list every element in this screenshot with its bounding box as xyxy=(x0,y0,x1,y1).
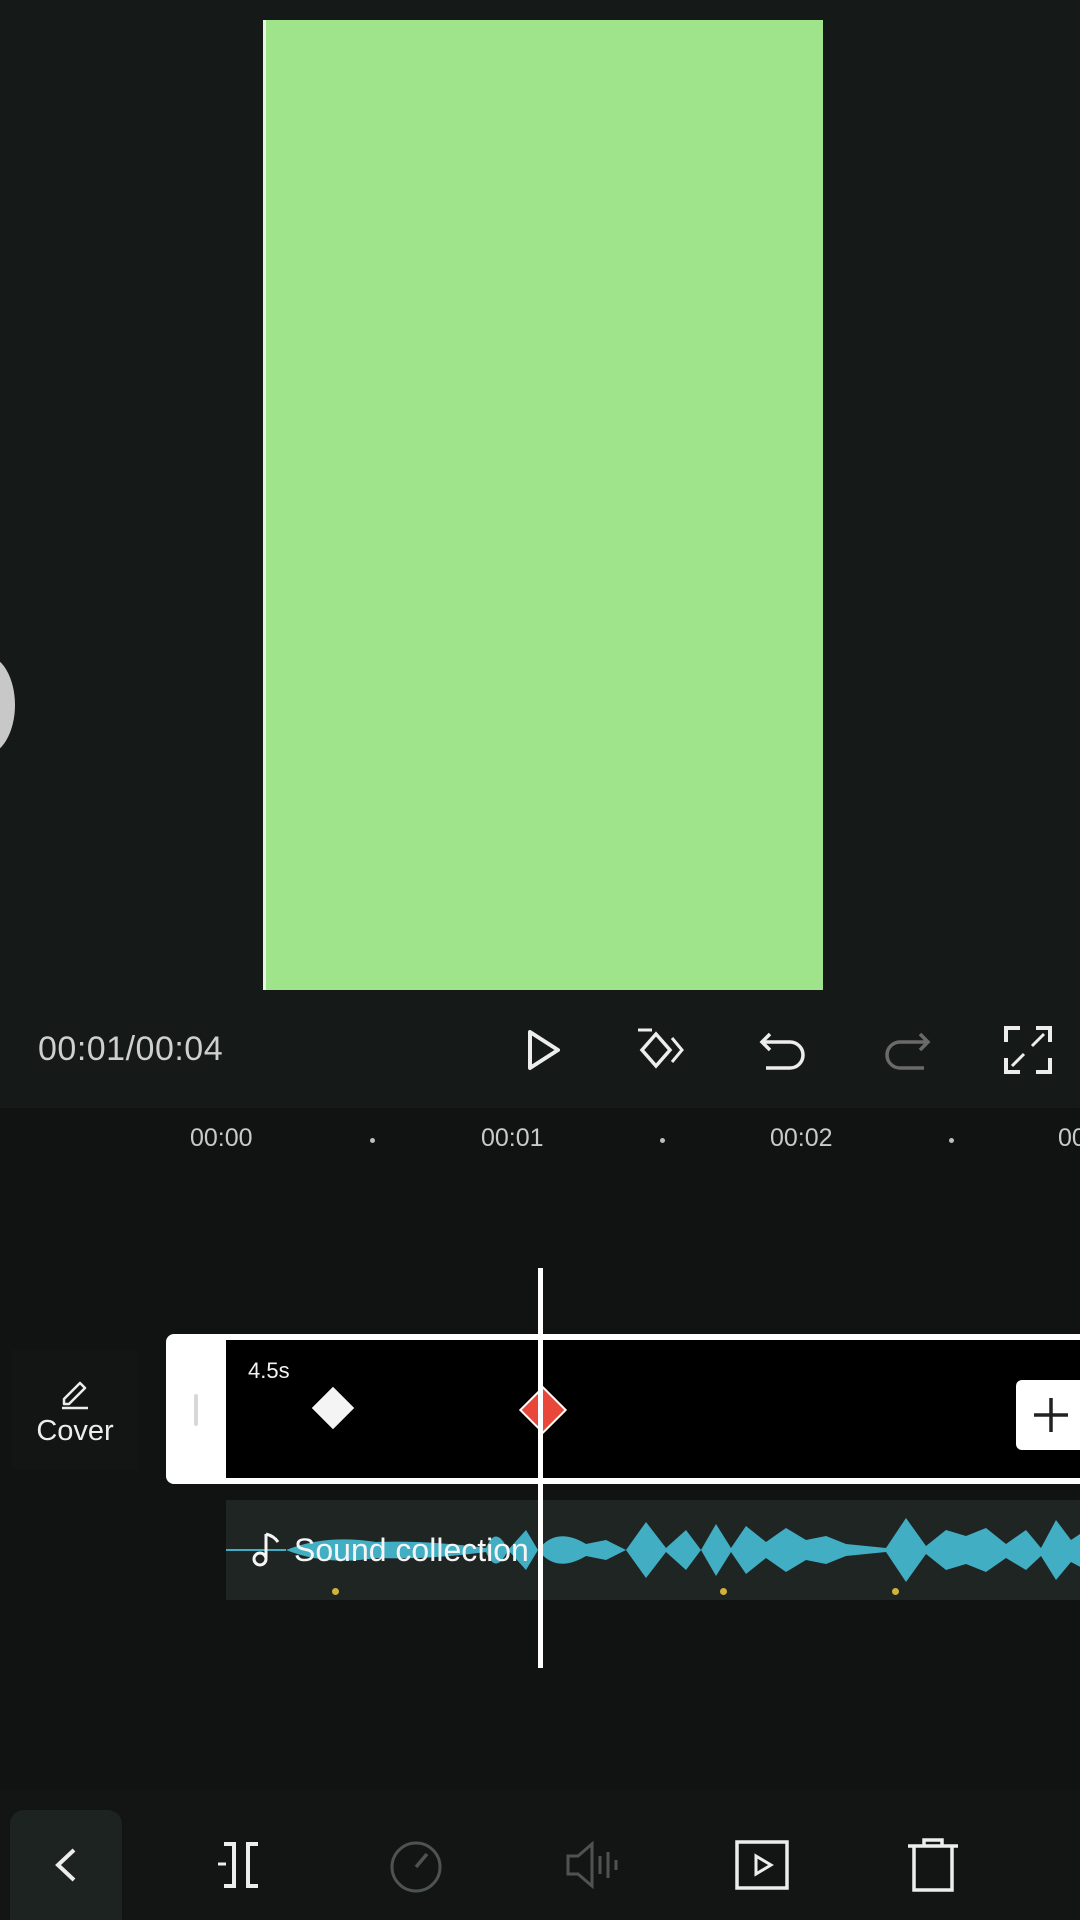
ruler-tick-label: 00 xyxy=(1058,1124,1080,1152)
video-clip-track[interactable]: 4.5s xyxy=(226,1334,1080,1484)
split-button[interactable] xyxy=(206,1830,276,1900)
cover-button[interactable]: Cover xyxy=(12,1350,138,1470)
playback-controls: 00:01/00:04 xyxy=(0,1010,1080,1090)
add-clip-button[interactable] xyxy=(1016,1380,1080,1450)
animation-play-icon xyxy=(735,1840,789,1890)
plus-icon xyxy=(1034,1398,1068,1432)
redo-icon xyxy=(885,1032,931,1070)
audio-label-row: Sound collection xyxy=(248,1530,529,1570)
undo-button[interactable] xyxy=(752,1018,816,1082)
back-button[interactable] xyxy=(10,1810,122,1920)
cover-label: Cover xyxy=(36,1414,114,1447)
volume-button[interactable] xyxy=(556,1830,626,1900)
audio-track-label: Sound collection xyxy=(294,1531,529,1568)
speed-button[interactable] xyxy=(381,1830,451,1900)
ruler-tick-label: 00:01 xyxy=(481,1124,544,1152)
music-note-icon xyxy=(252,1532,280,1567)
fullscreen-icon xyxy=(1004,1026,1052,1074)
keyframe-button[interactable] xyxy=(628,1018,692,1082)
trash-icon xyxy=(908,1838,958,1892)
play-button[interactable] xyxy=(510,1018,574,1082)
keyframe-marker-active[interactable] xyxy=(518,1385,568,1435)
timeline-ruler[interactable]: 00:00 00:01 00:02 00 xyxy=(0,1110,1080,1170)
beat-marker xyxy=(720,1588,727,1595)
video-preview-area xyxy=(0,0,1080,1108)
play-icon xyxy=(528,1030,560,1070)
ruler-tick-label: 00:00 xyxy=(190,1124,253,1152)
keyframe-marker[interactable] xyxy=(311,1386,355,1430)
speed-icon xyxy=(390,1841,442,1893)
clip-duration-label: 4.5s xyxy=(248,1358,290,1383)
clip-trim-handle-left[interactable] xyxy=(166,1334,226,1484)
ruler-tick-label: 00:02 xyxy=(770,1124,833,1152)
beat-marker xyxy=(892,1588,899,1595)
fullscreen-button[interactable] xyxy=(996,1018,1060,1082)
beat-marker xyxy=(332,1588,339,1595)
volume-icon xyxy=(566,1840,618,1890)
undo-icon xyxy=(759,1032,805,1070)
pencil-icon xyxy=(62,1381,88,1409)
trim-grip xyxy=(194,1394,198,1426)
ruler-tick-dot xyxy=(660,1138,665,1143)
ruler-tick-dot xyxy=(370,1138,375,1143)
side-drag-handle[interactable] xyxy=(0,655,15,755)
chevron-left-icon xyxy=(55,1848,76,1882)
playhead[interactable] xyxy=(538,1268,543,1668)
video-preview-frame[interactable] xyxy=(263,20,823,990)
keyframe-diamond-icon xyxy=(638,1028,684,1069)
ruler-tick-dot xyxy=(949,1138,954,1143)
redo-button[interactable] xyxy=(874,1018,938,1082)
delete-button[interactable] xyxy=(898,1830,968,1900)
split-icon xyxy=(218,1842,258,1888)
playback-timecode: 00:01/00:04 xyxy=(38,1030,224,1068)
bottom-toolbar xyxy=(0,1790,1080,1920)
audio-track[interactable]: Sound collection xyxy=(226,1500,1080,1600)
animation-button[interactable] xyxy=(727,1830,797,1900)
